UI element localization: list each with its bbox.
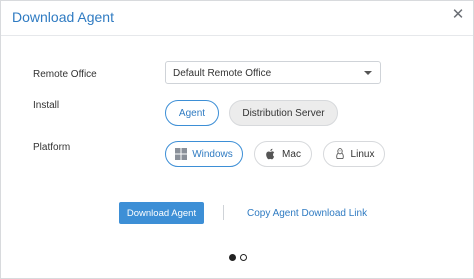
action-divider — [223, 205, 224, 220]
dialog-header: Download Agent ✕ — [1, 1, 473, 36]
install-option-distribution-server[interactable]: Distribution Server — [229, 100, 338, 126]
remote-office-label: Remote Office — [33, 69, 97, 80]
platform-option-linux-label: Linux — [350, 148, 375, 160]
apple-icon — [266, 148, 275, 160]
windows-icon — [175, 148, 188, 160]
platform-option-linux[interactable]: Linux — [323, 141, 385, 167]
remote-office-select[interactable]: Default Remote Office — [165, 61, 381, 84]
download-agent-button[interactable]: Download Agent — [119, 202, 204, 224]
install-label: Install — [33, 100, 60, 111]
platform-option-mac-label: Mac — [282, 148, 301, 160]
platform-label: Platform — [33, 142, 71, 153]
chevron-down-icon — [364, 71, 372, 75]
pager-dot-inactive[interactable] — [240, 254, 247, 261]
install-option-distribution-server-label: Distribution Server — [242, 107, 325, 119]
install-option-agent-label: Agent — [178, 107, 206, 119]
platform-option-windows-label: Windows — [192, 148, 233, 160]
copy-agent-download-link[interactable]: Copy Agent Download Link — [247, 208, 367, 219]
platform-option-windows[interactable]: Windows — [165, 141, 243, 167]
download-agent-dialog: Download Agent ✕ Remote Office Default R… — [0, 0, 474, 279]
pager-dot-active[interactable] — [229, 254, 236, 261]
install-option-agent[interactable]: Agent — [165, 100, 219, 126]
linux-icon — [335, 148, 344, 160]
dialog-title: Download Agent — [12, 9, 114, 25]
remote-office-value: Default Remote Office — [173, 68, 272, 79]
close-icon[interactable]: ✕ — [449, 6, 467, 24]
platform-option-mac[interactable]: Mac — [254, 141, 312, 167]
